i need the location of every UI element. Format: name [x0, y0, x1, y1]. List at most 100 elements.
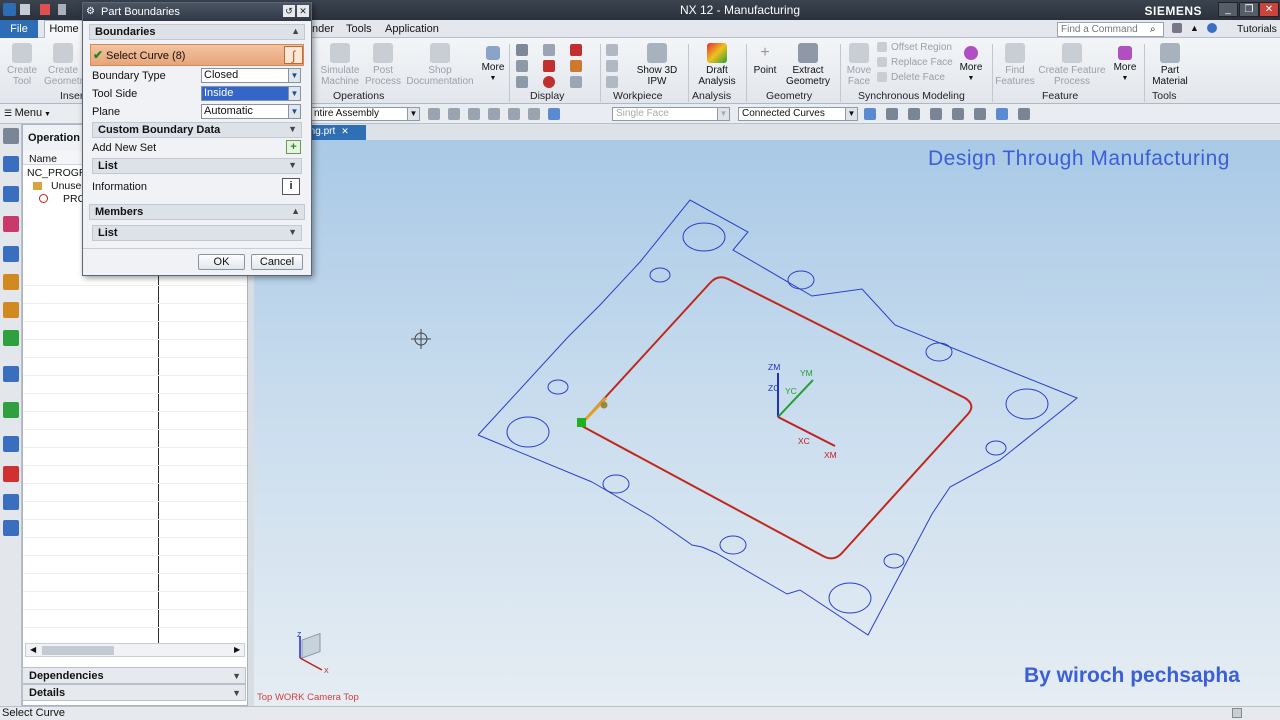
feature-more-button[interactable]: More ▼ [1110, 43, 1140, 84]
part-navigator-icon[interactable] [3, 330, 19, 346]
display-color-icon[interactable] [570, 60, 582, 72]
assembly-navigator-icon[interactable] [3, 274, 19, 290]
tree-row-program-root[interactable]: NC_PROGR [27, 167, 87, 179]
machine-tool-view-icon[interactable] [3, 186, 19, 202]
reuse-library-icon[interactable] [3, 366, 19, 382]
snap-icon[interactable] [508, 108, 520, 120]
view-icon[interactable] [864, 108, 876, 120]
display-layer-icon[interactable] [516, 76, 528, 88]
hole[interactable] [602, 474, 630, 494]
method-view-icon[interactable] [3, 246, 19, 262]
display-object-icon[interactable] [516, 60, 528, 72]
find-command-input[interactable]: Find a Command [1057, 22, 1164, 37]
ribbon-options-icon[interactable] [1172, 23, 1182, 33]
constraint-navigator-icon[interactable] [3, 302, 19, 318]
tree-row-program[interactable]: PRO [39, 193, 86, 205]
dependencies-panel-header[interactable]: Dependencies ▼ [22, 667, 246, 684]
ok-button[interactable]: OK [198, 254, 245, 270]
create-tool-button[interactable]: Create Tool [4, 43, 40, 87]
extract-geometry-button[interactable]: Extract Geometry [782, 43, 834, 87]
create-geometry-button[interactable]: Create Geometr [44, 43, 83, 87]
section-members[interactable]: Members ▲ [89, 204, 305, 220]
simulate-machine-button[interactable]: Simulate Machine [318, 43, 362, 87]
display-edit-icon[interactable] [516, 44, 528, 56]
hole[interactable] [547, 379, 569, 395]
plane-select[interactable]: Automatic ▼ [201, 104, 301, 119]
operations-more-button[interactable]: More ▼ [480, 43, 506, 84]
workpiece-blank-icon[interactable] [606, 60, 618, 72]
face-filter-select[interactable]: Single Face ▼ [612, 107, 730, 121]
tutorials-link[interactable]: Tutorials [1237, 23, 1277, 35]
select-curve-row[interactable]: ✔ Select Curve (8) ∫ [90, 44, 304, 66]
section-list[interactable]: List ▼ [92, 158, 302, 174]
search-icon[interactable]: ⌕ [1150, 24, 1156, 35]
minimize-button[interactable]: _ [1218, 2, 1238, 17]
file-menu-button[interactable]: File [0, 20, 38, 38]
column-name-header[interactable]: Name [29, 153, 57, 165]
sync-more-button[interactable]: More ▼ [956, 43, 986, 84]
gear-icon[interactable] [3, 128, 19, 144]
details-panel-header[interactable]: Details ▼ [22, 684, 246, 701]
direction-handle[interactable] [600, 401, 608, 409]
scrollbar-thumb[interactable] [42, 646, 114, 655]
section-custom-boundary[interactable]: Custom Boundary Data ▼ [92, 122, 302, 138]
selected-boundary-curve[interactable] [578, 276, 973, 560]
menu-button[interactable]: ☰ Menu ▼ [4, 107, 51, 119]
roles-icon[interactable] [3, 520, 19, 536]
post-process-button[interactable]: Post Process [364, 43, 402, 87]
hole[interactable] [925, 342, 953, 362]
hole[interactable] [985, 440, 1007, 456]
display-point-icon[interactable] [543, 76, 555, 88]
snap-icon[interactable] [468, 108, 480, 120]
section-members-list[interactable]: List ▼ [92, 225, 302, 241]
view-icon[interactable] [996, 108, 1008, 120]
workpiece-ipw-icon[interactable] [606, 44, 618, 56]
move-face-button[interactable]: Move Face [844, 43, 874, 87]
display-curve-icon[interactable] [543, 60, 555, 72]
hole[interactable] [649, 267, 671, 283]
scroll-left-icon[interactable]: ◀ [30, 645, 36, 654]
curve-rule-select[interactable]: Connected Curves ▼ [738, 107, 858, 121]
scroll-right-icon[interactable]: ▶ [234, 645, 240, 654]
snap-icon[interactable] [488, 108, 500, 120]
display-line-icon[interactable] [570, 76, 582, 88]
workpiece-part-icon[interactable] [606, 76, 618, 88]
tab-tools[interactable]: Tools [346, 23, 372, 35]
boundary-type-select[interactable]: Closed ▼ [201, 68, 301, 83]
tab-partial[interactable]: nder [312, 23, 334, 35]
shop-documentation-button[interactable]: Shop Documentation [404, 43, 476, 87]
show-3d-ipw-button[interactable]: Show 3D IPW [634, 43, 680, 87]
part-outline[interactable] [477, 199, 1078, 636]
history-icon[interactable] [3, 436, 19, 452]
display-toolpath-icon[interactable] [543, 44, 555, 56]
status-icon[interactable] [1232, 708, 1242, 718]
close-button[interactable]: ✕ [1259, 2, 1279, 17]
information-icon[interactable]: i [282, 178, 300, 195]
view-icon[interactable] [908, 108, 920, 120]
tree-row-unused[interactable]: Unused [33, 180, 87, 192]
hole[interactable] [719, 535, 747, 555]
chevron-up-icon[interactable]: ▲ [1190, 23, 1199, 33]
gear-icon[interactable]: ⚙ [86, 6, 95, 17]
view-icon[interactable] [974, 108, 986, 120]
system-materials-icon[interactable] [3, 466, 19, 482]
section-boundaries[interactable]: Boundaries ▲ [89, 24, 305, 40]
close-icon[interactable]: ✕ [335, 126, 349, 136]
reset-icon[interactable]: ↺ [283, 5, 295, 17]
replace-face-button[interactable]: Replace Face [877, 57, 953, 68]
graphics-window[interactable]: Design Through Manufacturing By wiroch p… [254, 140, 1280, 706]
start-point-handle[interactable] [577, 418, 586, 427]
draft-analysis-button[interactable]: Draft Analysis [692, 43, 742, 87]
display-style-icon[interactable] [570, 44, 582, 56]
web-browser-icon[interactable] [3, 402, 19, 418]
curve-selection-icon[interactable]: ∫ [284, 46, 303, 64]
find-features-button[interactable]: Find Features [994, 43, 1036, 87]
offset-region-button[interactable]: Offset Region [877, 42, 952, 53]
hole[interactable] [828, 582, 872, 614]
hole[interactable] [682, 222, 726, 252]
view-icon[interactable] [1018, 108, 1030, 120]
tab-home[interactable]: Home [44, 20, 84, 38]
dialog-title-bar[interactable]: ⚙ Part Boundaries ↺ ✕ [83, 3, 311, 21]
help-icon[interactable] [1207, 23, 1217, 33]
tool-side-select[interactable]: Inside ▼ [201, 86, 301, 101]
